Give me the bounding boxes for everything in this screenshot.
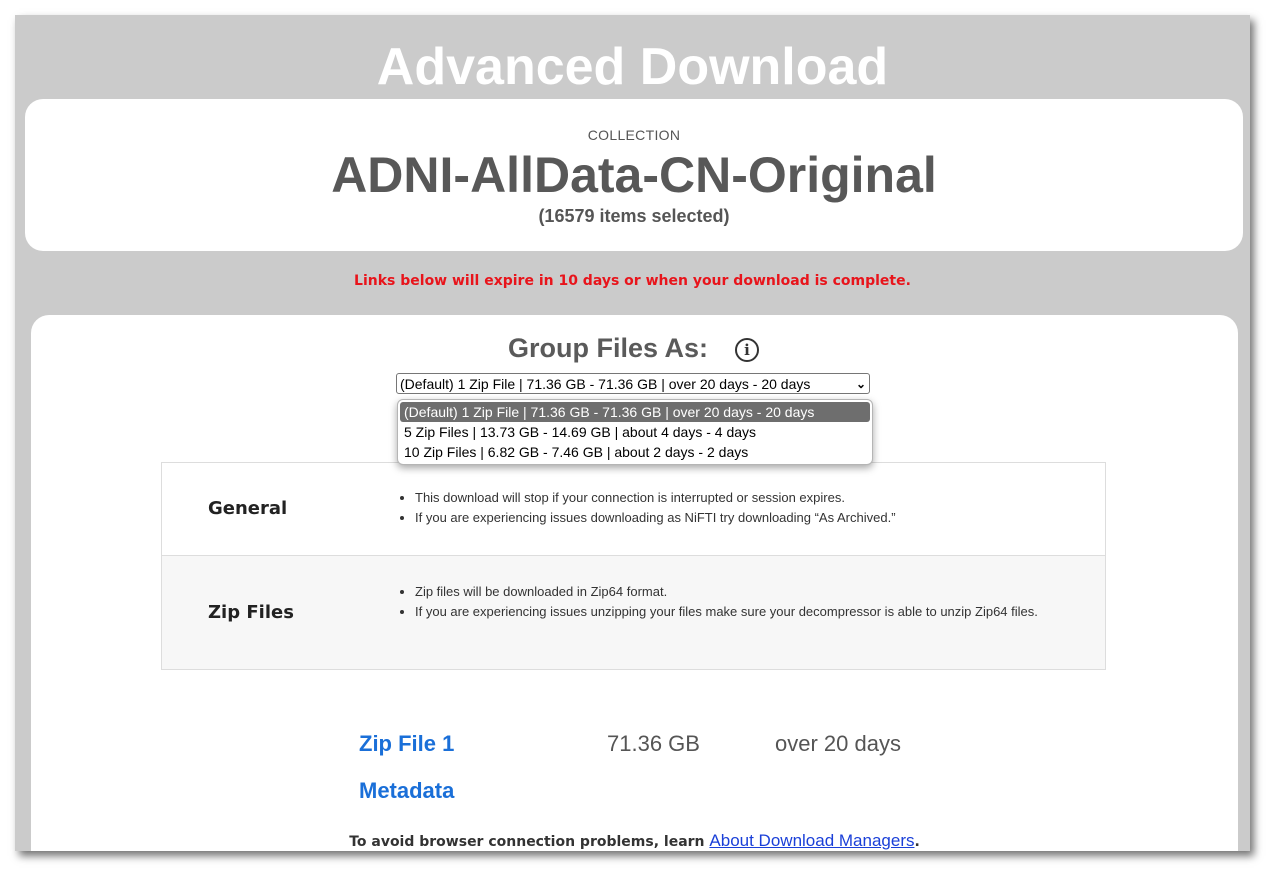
download-options-card: Group Files As: i (Default) 1 Zip File |… (31, 315, 1238, 851)
page-title: Advanced Download (376, 38, 889, 96)
tips-row-zip-files: Zip Files Zip files will be downloaded i… (162, 556, 1105, 669)
dropdown-option[interactable]: (Default) 1 Zip File | 71.36 GB - 71.36 … (400, 402, 870, 422)
tips-list-item: If you are experiencing issues downloadi… (415, 508, 1075, 528)
tips-list-item: Zip files will be downloaded in Zip64 fo… (415, 582, 1075, 602)
zip-file-link[interactable]: Zip File 1 (359, 731, 454, 757)
about-download-managers-link[interactable]: About Download Managers (709, 831, 914, 850)
tips-row-label: General (208, 498, 288, 519)
dropdown-option[interactable]: 5 Zip Files | 13.73 GB - 14.69 GB | abou… (398, 422, 872, 442)
metadata-link[interactable]: Metadata (359, 778, 454, 804)
download-manager-note-text: To avoid browser connection problems, le… (349, 834, 710, 850)
dropdown-option[interactable]: 10 Zip Files | 6.82 GB - 7.46 GB | about… (398, 442, 872, 462)
download-manager-note-suffix: . (914, 834, 920, 850)
collection-name: ADNI-AllData-CN-Original (331, 147, 937, 203)
zip-file-size: 71.36 GB (607, 731, 700, 756)
expiry-notice: Links below will expire in 10 days or wh… (354, 273, 911, 289)
info-circle-icon[interactable]: i (735, 338, 759, 362)
tips-list: Zip files will be downloaded in Zip64 fo… (399, 582, 1075, 622)
tips-list-item: This download will stop if your connecti… (415, 488, 1075, 508)
tips-list-item: If you are experiencing issues unzipping… (415, 602, 1075, 622)
chevron-down-icon: ⌄ (855, 377, 866, 391)
downloading-tips-table: General This download will stop if your … (161, 462, 1106, 670)
zip-file-time-estimate: over 20 days (775, 731, 901, 756)
page-frame: Advanced Download COLLECTION ADNI-AllDat… (15, 15, 1250, 851)
tips-row-label: Zip Files (208, 602, 294, 623)
download-manager-note: To avoid browser connection problems, le… (31, 831, 1238, 851)
items-selected-count: (16579 items selected) (538, 206, 730, 226)
tips-row-general: General This download will stop if your … (162, 463, 1105, 556)
collection-card: COLLECTION ADNI-AllData-CN-Original (165… (25, 99, 1243, 251)
group-files-dropdown: (Default) 1 Zip File | 71.36 GB - 71.36 … (397, 399, 873, 465)
collection-label: COLLECTION (587, 127, 681, 143)
group-files-select[interactable]: (Default) 1 Zip File | 71.36 GB - 71.36 … (396, 373, 870, 394)
group-files-title: Group Files As: (508, 333, 709, 363)
tips-list: This download will stop if your connecti… (399, 488, 1075, 528)
group-files-selected-value: (Default) 1 Zip File | 71.36 GB - 71.36 … (400, 376, 811, 392)
